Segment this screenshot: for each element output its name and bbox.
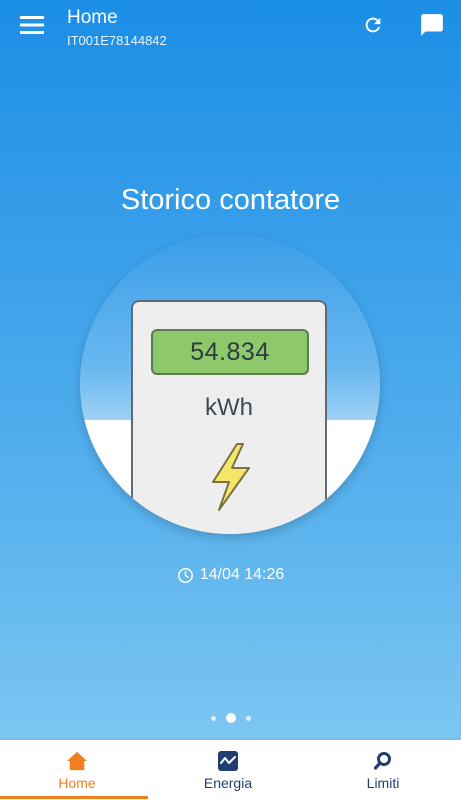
meter-card: 54.834 kWh [80,234,380,534]
nav-label-home: Home [58,775,96,791]
clock-icon [177,567,194,584]
nav-item-home[interactable]: Home [0,740,154,800]
energy-chart-icon [218,750,238,772]
app-screen: Home IT001E78144842 Storico contatore 54… [0,0,461,800]
refresh-icon [362,14,384,41]
meter-unit: kWh [205,394,253,421]
last-update-timestamp: 14/04 14:26 [0,566,461,584]
page-dot[interactable] [210,715,216,721]
timestamp-text: 14/04 14:26 [199,566,285,583]
meter-reading-display: 54.834 [151,329,309,375]
nav-label-energia: Energia [203,775,253,791]
page-dot[interactable] [245,715,251,721]
app-bar: Home IT001E78144842 [0,0,461,56]
bottom-navigation: Home Energia Limiti [0,740,461,800]
chat-icon [419,12,445,43]
nav-item-energia[interactable]: Energia [151,740,305,800]
home-icon [66,750,88,772]
page-title: Home [67,7,118,28]
page-indicator [0,713,461,723]
refresh-button[interactable] [356,10,390,44]
hamburger-menu-icon [20,15,44,39]
chat-button[interactable] [414,10,450,44]
nav-label-limiti: Limiti [366,775,400,791]
meter-illustration: 54.834 kWh [131,300,327,534]
meter-code: IT001E78144842 [67,33,167,48]
active-tab-indicator [0,796,148,799]
menu-button[interactable] [14,12,50,42]
nav-item-limiti[interactable]: Limiti [306,740,460,800]
search-icon [373,750,393,772]
section-heading: Storico contatore [120,184,341,216]
page-dot-active[interactable] [225,713,236,723]
lightning-bolt-icon [205,442,255,512]
